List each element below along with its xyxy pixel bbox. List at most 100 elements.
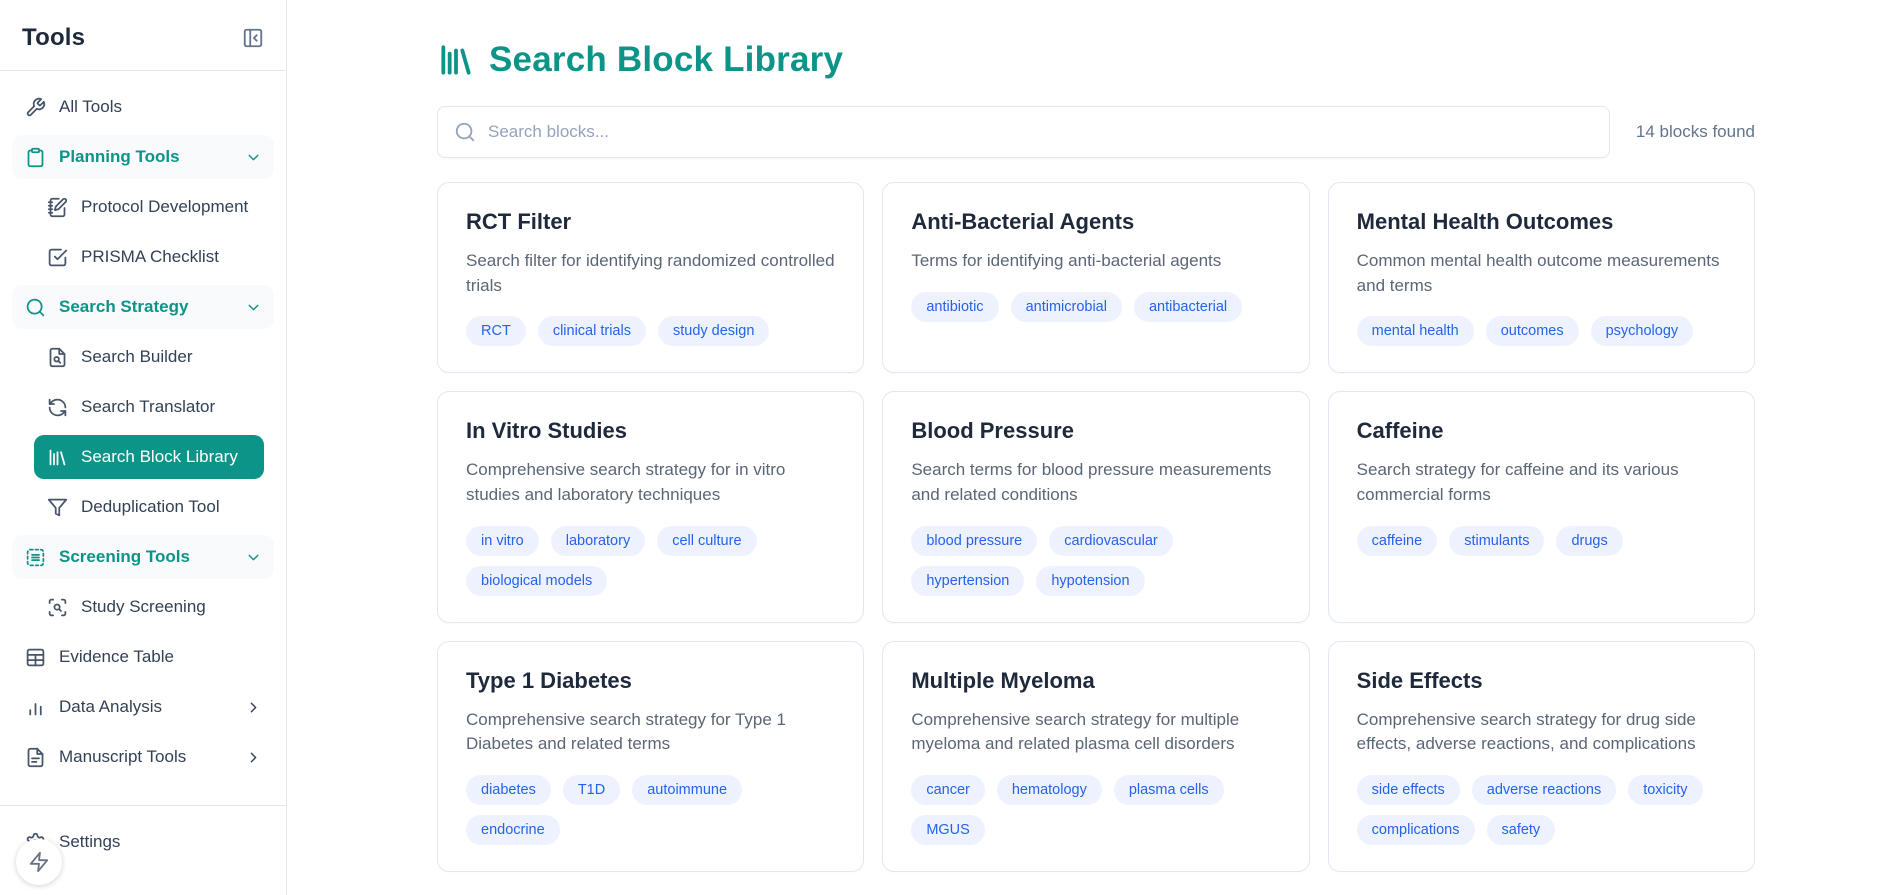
block-card-description: Common mental health outcome measurement… xyxy=(1357,249,1726,298)
results-count: 14 blocks found xyxy=(1636,122,1755,142)
tag-badge: safety xyxy=(1487,815,1556,845)
tag-badge: plasma cells xyxy=(1114,775,1224,805)
tag-badge: side effects xyxy=(1357,775,1460,805)
chevron-down-icon xyxy=(244,548,262,566)
sidebar-header: Tools xyxy=(0,0,286,70)
tag-badge: antimicrobial xyxy=(1011,292,1122,322)
sidebar-item-deduplication-tool[interactable]: Deduplication Tool xyxy=(34,485,274,529)
block-card-description: Terms for identifying anti-bacterial age… xyxy=(911,249,1280,274)
block-card-title: Blood Pressure xyxy=(911,418,1280,444)
tag-badge: hypertension xyxy=(911,566,1024,596)
sidebar-item-planning-tools[interactable]: Planning Tools xyxy=(12,135,274,179)
tools-sidebar: Tools All Tools Planning Tools Protocol De… xyxy=(0,0,287,895)
tag-badge: cardiovascular xyxy=(1049,526,1173,556)
sidebar-item-label: Study Screening xyxy=(81,597,262,617)
chevron-right-icon xyxy=(244,698,262,716)
main-area: Search Block Library 14 blocks found RCT… xyxy=(287,0,1896,895)
sidebar-item-protocol-development[interactable]: Protocol Development xyxy=(34,185,274,229)
sidebar-item-evidence-table[interactable]: Evidence Table xyxy=(12,635,274,679)
sidebar-item-label: Search Translator xyxy=(81,397,262,417)
wrench-icon xyxy=(24,96,46,118)
block-card-type-1-diabetes[interactable]: Type 1 DiabetesComprehensive search stra… xyxy=(437,641,864,872)
tag-badge: toxicity xyxy=(1628,775,1702,805)
sidebar-item-search-builder[interactable]: Search Builder xyxy=(34,335,274,379)
tag-badge: T1D xyxy=(563,775,620,805)
block-card-multiple-myeloma[interactable]: Multiple Myeloma Comprehensive search str… xyxy=(882,641,1309,872)
search-row: 14 blocks found xyxy=(437,106,1755,158)
tag-badge: autoimmune xyxy=(632,775,742,805)
sidebar-item-study-screening[interactable]: Study Screening xyxy=(34,585,274,629)
tag-badge: complications xyxy=(1357,815,1475,845)
lightning-bolt-icon xyxy=(28,851,50,873)
block-card-title: Multiple Myeloma xyxy=(911,668,1280,694)
bar-chart-icon xyxy=(24,696,46,718)
sidebar-item-label: Search Block Library xyxy=(81,447,252,467)
block-card-title: In Vitro Studies xyxy=(466,418,835,444)
sidebar-item-label: Data Analysis xyxy=(59,697,231,717)
block-card-description: Comprehensive search strategy for drug s… xyxy=(1357,708,1726,757)
sidebar-nav: All Tools Planning Tools Protocol Developm… xyxy=(0,71,286,779)
tag-badge: study design xyxy=(658,316,769,346)
sidebar-item-screening-tools[interactable]: Screening Tools xyxy=(12,535,274,579)
tag-badge: caffeine xyxy=(1357,526,1438,556)
block-card-blood-pressure[interactable]: Blood Pressure Search terms for blood pre… xyxy=(882,391,1309,622)
tag-badge: endocrine xyxy=(466,815,560,845)
tag-badge: blood pressure xyxy=(911,526,1037,556)
app-window: Tools All Tools Planning Tools Protocol De… xyxy=(0,0,1896,895)
file-text-icon xyxy=(24,746,46,768)
sidebar-item-data-analysis[interactable]: Data Analysis xyxy=(12,685,274,729)
block-card-description: Search terms for blood pressure measurem… xyxy=(911,458,1280,507)
tag-list: side effects adverse reactions toxicity com… xyxy=(1357,775,1726,845)
tag-badge: adverse reactions xyxy=(1472,775,1616,805)
block-card-side-effects[interactable]: Side EffectsComprehensive search strateg… xyxy=(1328,641,1755,872)
block-card-title: Mental Health Outcomes xyxy=(1357,209,1726,235)
block-card-mental-health-outcomes[interactable]: Mental Health Outcomes Common mental heal… xyxy=(1328,182,1755,373)
chevron-down-icon xyxy=(244,298,262,316)
sidebar-item-search-strategy[interactable]: Search Strategy xyxy=(12,285,274,329)
sidebar-item-label: Planning Tools xyxy=(59,147,231,167)
tag-badge: diabetes xyxy=(466,775,551,805)
block-card-caffeine[interactable]: Caffeine Search strategy for caffeine and… xyxy=(1328,391,1755,622)
library-icon xyxy=(437,41,475,79)
tag-badge: cancer xyxy=(911,775,985,805)
block-card-in-vitro-studies[interactable]: In Vitro StudiesComprehensive search str… xyxy=(437,391,864,622)
check-square-icon xyxy=(46,246,68,268)
lightning-bolt-button[interactable] xyxy=(16,839,62,885)
block-card-description: Comprehensive search strategy for multip… xyxy=(911,708,1280,757)
funnel-icon xyxy=(46,496,68,518)
sidebar-item-all-tools[interactable]: All Tools xyxy=(12,85,274,129)
search-box xyxy=(437,106,1610,158)
sidebar-item-manuscript-tools[interactable]: Manuscript Tools xyxy=(12,735,274,779)
tag-list: cancerhematologyplasma cellsMGUS xyxy=(911,775,1280,845)
sidebar-item-label: Search Strategy xyxy=(59,297,231,317)
sidebar-item-label: Screening Tools xyxy=(59,547,231,567)
sidebar-item-label: Settings xyxy=(59,832,262,852)
block-card-title: RCT Filter xyxy=(466,209,835,235)
sidebar-item-label: PRISMA Checklist xyxy=(81,247,262,267)
block-card-anti-bacterial-agents[interactable]: Anti-Bacterial AgentsTerms for identifyi… xyxy=(882,182,1309,373)
tag-badge: hematology xyxy=(997,775,1102,805)
tag-badge: antibiotic xyxy=(911,292,998,322)
block-card-description: Search filter for identifying randomized… xyxy=(466,249,835,298)
chevron-right-icon xyxy=(244,748,262,766)
tag-badge: hypotension xyxy=(1036,566,1144,596)
table-icon xyxy=(24,646,46,668)
page-header: Search Block Library xyxy=(437,40,1755,80)
sidebar-item-label: Evidence Table xyxy=(59,647,262,667)
search-icon xyxy=(454,121,476,143)
list-dashed-icon xyxy=(24,546,46,568)
block-card-title: Caffeine xyxy=(1357,418,1726,444)
sidebar-title: Tools xyxy=(22,24,85,52)
library-icon xyxy=(46,446,68,468)
block-card-description: Search strategy for caffeine and its var… xyxy=(1357,458,1726,507)
sidebar-item-search-block-library[interactable]: Search Block Library xyxy=(34,435,264,479)
tag-badge: biological models xyxy=(466,566,607,596)
sidebar-item-label: All Tools xyxy=(59,97,262,117)
search-input[interactable] xyxy=(488,122,1593,142)
sidebar-item-search-translator[interactable]: Search Translator xyxy=(34,385,274,429)
tag-badge: laboratory xyxy=(551,526,645,556)
sidebar-item-prisma-checklist[interactable]: PRISMA Checklist xyxy=(34,235,274,279)
tag-badge: drugs xyxy=(1556,526,1622,556)
collapse-sidebar-icon[interactable] xyxy=(240,25,266,51)
block-card-rct-filter[interactable]: RCT Filter Search filter for identifying … xyxy=(437,182,864,373)
